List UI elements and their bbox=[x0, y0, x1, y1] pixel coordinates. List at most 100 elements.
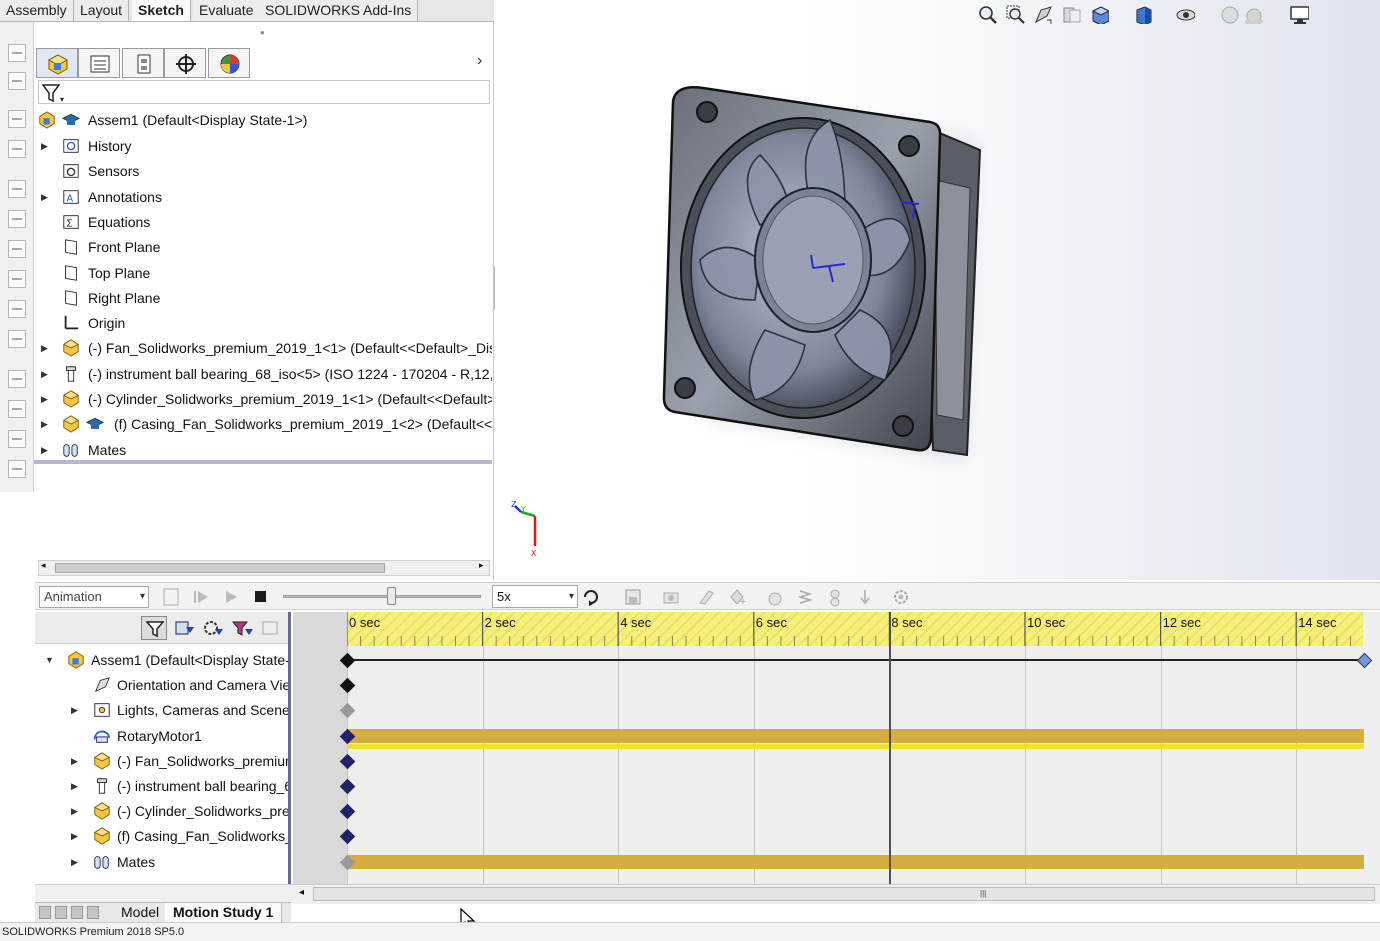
play-from-start-icon[interactable] bbox=[191, 587, 211, 607]
distribute-tool-icon[interactable] bbox=[8, 430, 26, 448]
playback-slider-track[interactable] bbox=[283, 595, 481, 598]
tree-item-mates[interactable]: ▶ Mates bbox=[34, 438, 492, 462]
current-time-bar[interactable] bbox=[889, 612, 892, 884]
first-tab-icon[interactable] bbox=[39, 906, 51, 919]
scroll-thumb[interactable] bbox=[55, 563, 385, 573]
motion-tree-item-fan-part[interactable]: ▶ (-) Fan_Solidworks_premium_2 bbox=[35, 749, 288, 773]
feature-tree-tab[interactable] bbox=[36, 48, 78, 78]
hide-show-items-icon[interactable] bbox=[1175, 4, 1195, 24]
timeline-row[interactable] bbox=[339, 743, 1364, 774]
end-key-point[interactable] bbox=[1356, 652, 1373, 669]
edit-appearance-icon[interactable] bbox=[1219, 4, 1239, 24]
timeline-scrollbar[interactable]: ||| bbox=[313, 887, 1375, 901]
motion-tree-item-casing-part[interactable]: ▶ (f) Casing_Fan_Solidworks_pre bbox=[35, 824, 288, 848]
distribute-tool-icon[interactable] bbox=[8, 370, 26, 388]
expand-arrow-icon[interactable]: ▶ bbox=[41, 412, 48, 436]
last-tab-icon[interactable] bbox=[87, 906, 99, 919]
calculate-icon[interactable] bbox=[161, 587, 181, 607]
study-type-select[interactable]: Animation ▾ bbox=[39, 586, 149, 608]
align-tool-icon[interactable] bbox=[8, 300, 26, 318]
view-orientation-icon[interactable] bbox=[1089, 4, 1109, 24]
filter-animated-icon[interactable] bbox=[141, 616, 167, 640]
tree-rollback-bar[interactable] bbox=[34, 460, 492, 464]
tab-assembly[interactable]: Assembly bbox=[0, 0, 74, 21]
filter-driving-icon[interactable] bbox=[171, 616, 197, 640]
expand-arrow-icon[interactable]: ▶ bbox=[71, 749, 78, 773]
tree-item-casing-part[interactable]: ▶ (f) Casing_Fan_Solidworks_premium_2019_… bbox=[34, 412, 492, 436]
property-manager-tab[interactable] bbox=[78, 48, 120, 78]
tree-item-sensors[interactable]: Sensors bbox=[34, 159, 492, 183]
prev-tab-icon[interactable] bbox=[55, 906, 67, 919]
autokey-icon[interactable] bbox=[697, 587, 717, 607]
timeline-row[interactable] bbox=[339, 673, 1363, 698]
motion-tree-item-cylinder-part[interactable]: ▶ (-) Cylinder_Solidworks_premi bbox=[35, 799, 288, 823]
sketch-tool-icon[interactable] bbox=[8, 72, 26, 90]
playback-speed-select[interactable]: 5x ▾ bbox=[492, 585, 578, 608]
timeline-row[interactable] bbox=[339, 850, 1364, 875]
sketch-tool-icon[interactable] bbox=[8, 44, 26, 62]
display-manager-tab[interactable] bbox=[208, 48, 250, 78]
gravity-icon[interactable] bbox=[855, 587, 875, 607]
align-tool-icon[interactable] bbox=[8, 210, 26, 228]
dimxpert-manager-tab[interactable] bbox=[164, 48, 206, 78]
tree-item-origin[interactable]: Origin bbox=[34, 311, 492, 335]
expand-arrow-icon[interactable]: ▶ bbox=[71, 774, 78, 798]
collapse-tree-icon[interactable] bbox=[257, 616, 283, 640]
distribute-tool-icon[interactable] bbox=[8, 460, 26, 478]
playback-slider-thumb[interactable] bbox=[387, 587, 396, 605]
scroll-left-icon[interactable]: ◂ bbox=[41, 560, 46, 571]
expand-arrow-icon[interactable]: ▶ bbox=[71, 850, 78, 874]
tab-sketch[interactable]: Sketch bbox=[132, 0, 191, 21]
tab-evaluate[interactable]: Evaluate bbox=[193, 0, 261, 21]
expand-arrow-icon[interactable]: ▶ bbox=[41, 362, 48, 386]
tree-item-front-plane[interactable]: Front Plane bbox=[34, 235, 492, 259]
gear-icon[interactable] bbox=[891, 587, 911, 607]
tree-item-cylinder-part[interactable]: ▶ (-) Cylinder_Solidworks_premium_2019_1<… bbox=[34, 387, 492, 411]
scroll-right-icon[interactable]: ▸ bbox=[479, 560, 484, 571]
panel-grip-icon[interactable]: ● bbox=[260, 28, 265, 37]
tree-item-equations[interactable]: Σ Equations bbox=[34, 210, 492, 234]
display-style-icon[interactable] bbox=[1133, 4, 1153, 24]
expand-arrow-icon[interactable]: ▶ bbox=[41, 387, 48, 411]
expand-arrow-icon[interactable]: ▶ bbox=[71, 824, 78, 848]
tab-motion-study-1[interactable]: Motion Study 1 bbox=[165, 903, 283, 923]
tree-item-top-plane[interactable]: Top Plane bbox=[34, 261, 492, 285]
expand-arrow-icon[interactable]: ▶ bbox=[41, 134, 48, 158]
expand-arrow-icon[interactable]: ▶ bbox=[71, 799, 78, 823]
align-tool-icon[interactable] bbox=[8, 180, 26, 198]
timeline-row[interactable] bbox=[339, 648, 1373, 673]
collapse-arrow-icon[interactable]: ▼ bbox=[45, 648, 54, 672]
add-key-icon[interactable]: + bbox=[727, 587, 747, 607]
trim-tool-icon[interactable] bbox=[8, 110, 26, 128]
timeline-row[interactable] bbox=[339, 824, 1363, 849]
timeline-change-bar[interactable] bbox=[347, 728, 1364, 743]
filter-icon[interactable]: ▾ bbox=[41, 82, 65, 104]
distribute-tool-icon[interactable] bbox=[8, 330, 26, 348]
expand-arrow-icon[interactable]: ▶ bbox=[41, 438, 48, 462]
chevron-right-icon[interactable]: › bbox=[477, 52, 482, 70]
tree-item-ball-bearing-part[interactable]: ▶ (-) instrument ball bearing_68_iso<5> (… bbox=[34, 362, 492, 386]
timeline-row[interactable] bbox=[339, 698, 1363, 723]
motion-tree-item-lights-cameras-scene[interactable]: ▶ Lights, Cameras and Scene bbox=[35, 698, 288, 722]
expand-arrow-icon[interactable]: ▶ bbox=[71, 698, 78, 722]
timeline-change-bar[interactable] bbox=[347, 854, 1364, 869]
align-tool-icon[interactable] bbox=[8, 240, 26, 258]
apply-scene-icon[interactable] bbox=[1243, 4, 1263, 24]
animation-wizard-icon[interactable] bbox=[661, 587, 681, 607]
section-view-icon[interactable] bbox=[1061, 4, 1081, 24]
contact-icon[interactable] bbox=[825, 587, 845, 607]
offset-tool-icon[interactable] bbox=[8, 140, 26, 158]
playback-mode-icon[interactable]: ▾ bbox=[581, 587, 601, 607]
zoom-area-icon[interactable] bbox=[1005, 4, 1025, 24]
tree-root-assembly[interactable]: Assem1 (Default<Display State-1>) bbox=[34, 108, 492, 132]
previous-view-icon[interactable] bbox=[1033, 4, 1053, 24]
motion-timeline[interactable]: 0 sec 2 sec 4 sec 6 sec 8 sec 10 sec 12 sec 14 … bbox=[293, 612, 1380, 884]
graphics-area[interactable]: Z Y X bbox=[495, 0, 1380, 580]
motor-icon[interactable] bbox=[765, 587, 785, 607]
tab-model[interactable]: Model bbox=[113, 903, 169, 923]
timeline-row[interactable] bbox=[339, 774, 1363, 799]
motion-tree-item-assembly[interactable]: ▼ Assem1 (Default<Display State-1> bbox=[35, 648, 288, 672]
scroll-left-icon[interactable]: ◂ bbox=[299, 887, 304, 898]
timeline-ruler[interactable]: 0 sec 2 sec 4 sec 6 sec 8 sec 10 sec 12 sec 14 … bbox=[347, 612, 1363, 646]
configuration-manager-tab[interactable] bbox=[122, 48, 164, 78]
